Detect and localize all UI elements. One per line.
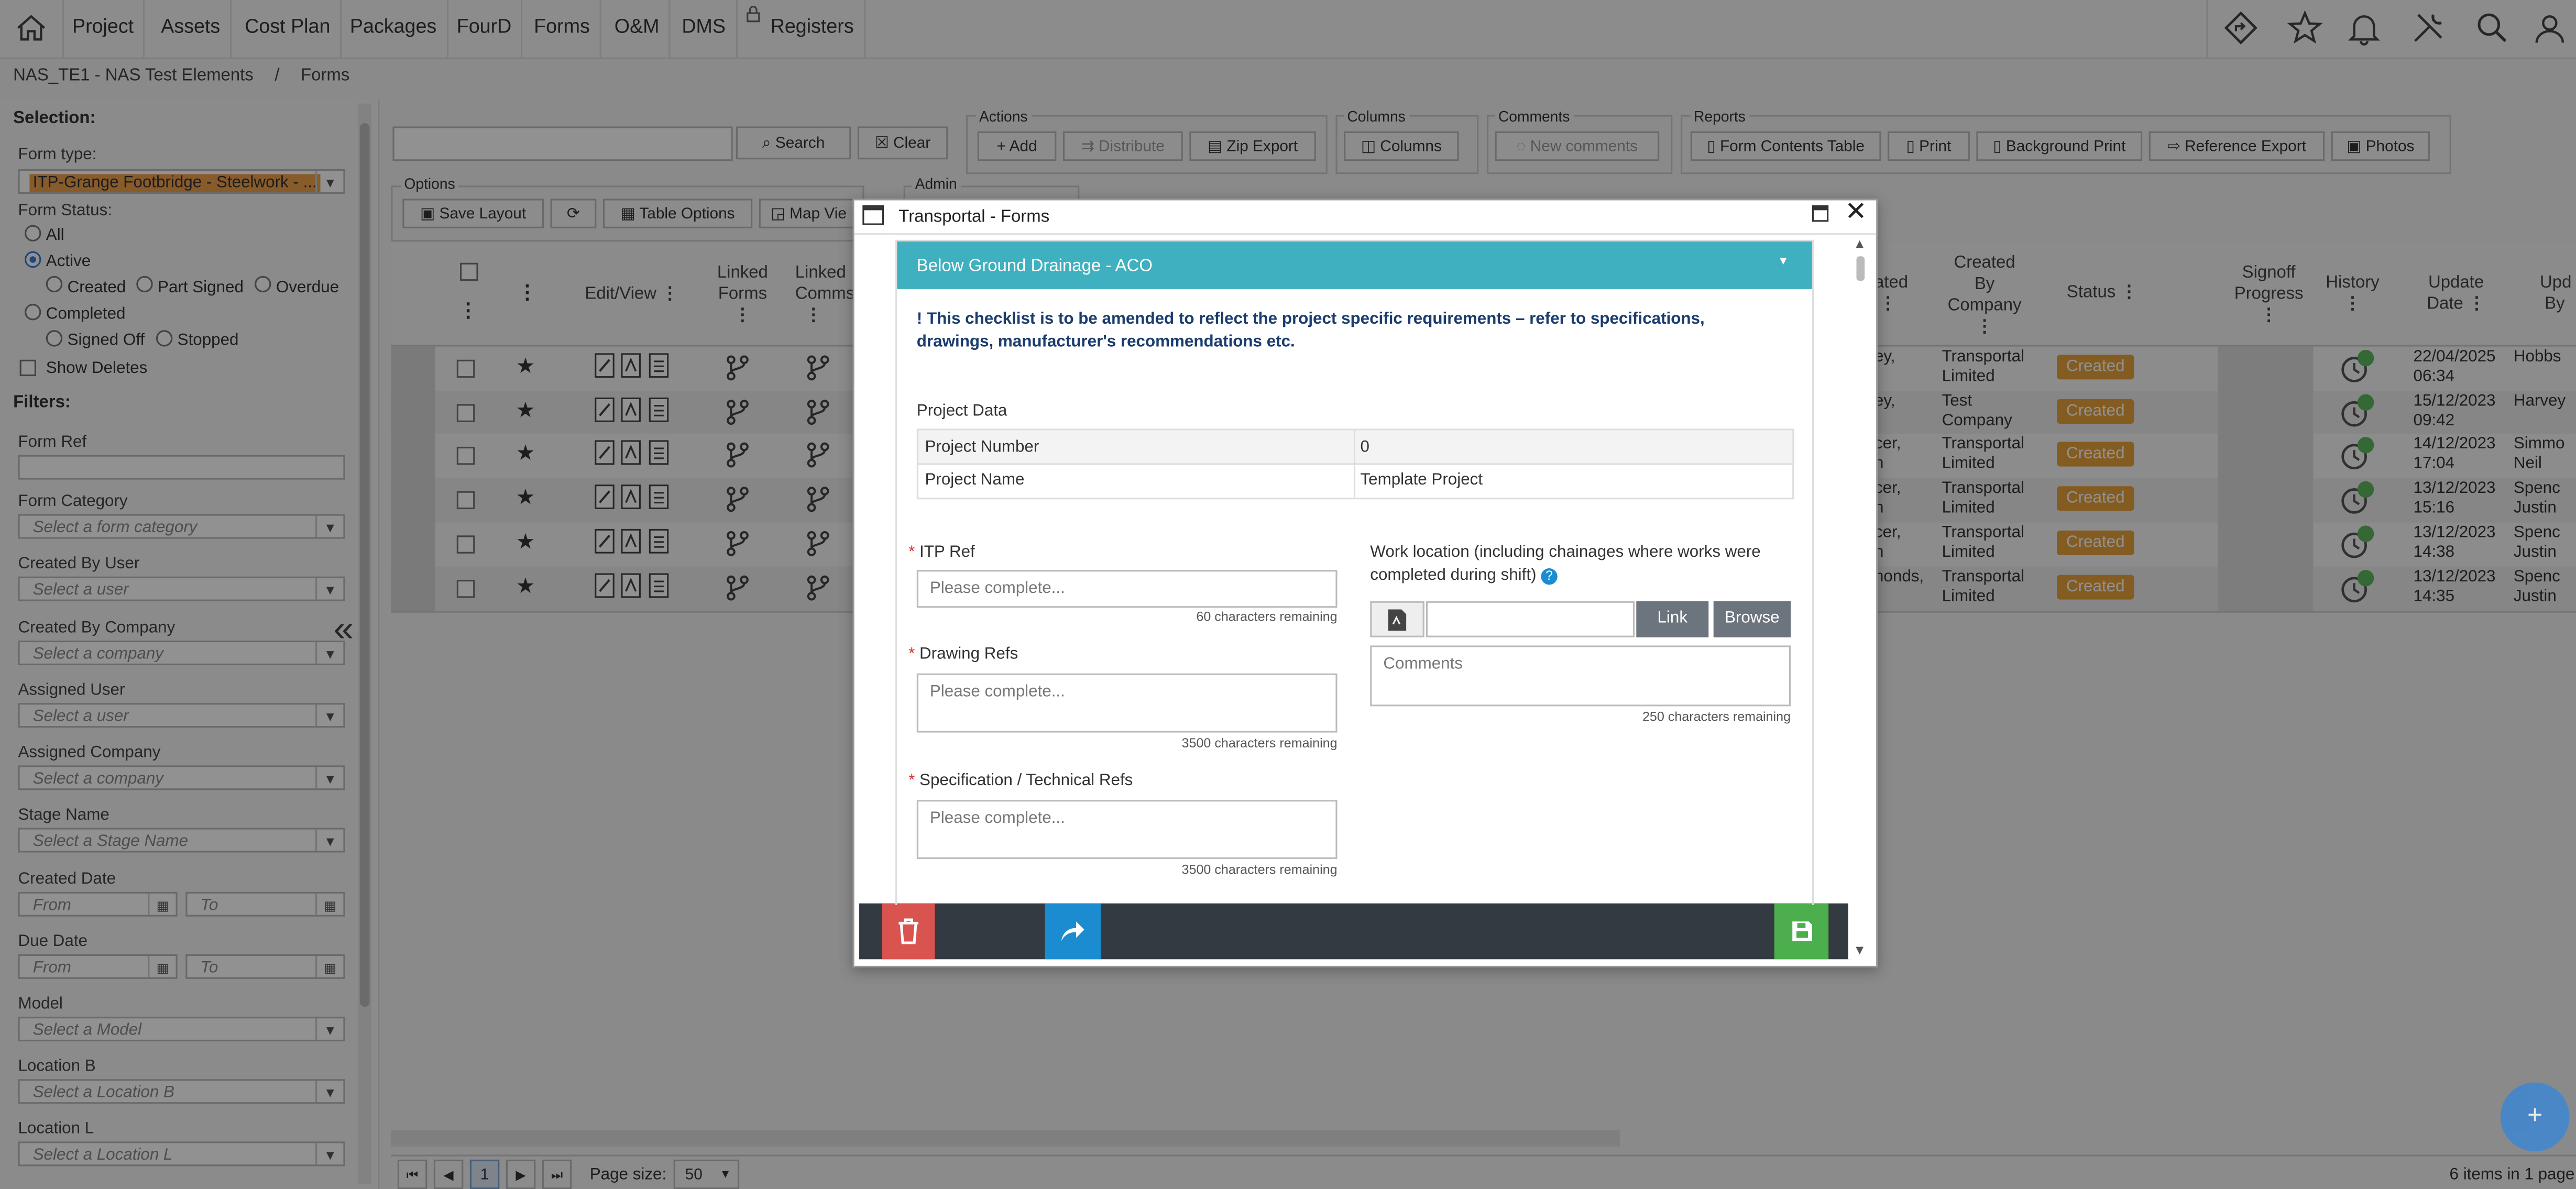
drawing-refs-remaining: 3500 characters remaining xyxy=(1181,735,1338,751)
section-header[interactable]: Below Ground Drainage - ACO ▼ xyxy=(897,241,1812,289)
floating-add-button[interactable]: + xyxy=(2500,1082,2570,1152)
spec-refs-textarea[interactable]: Please complete... xyxy=(916,800,1338,860)
scroll-down-icon[interactable]: ▼ xyxy=(1853,943,1866,957)
chevron-down-icon[interactable]: ▼ xyxy=(1778,256,1789,268)
link-button[interactable]: Link xyxy=(1636,601,1709,637)
project-data-title: Project Data xyxy=(916,402,1007,421)
trash-icon xyxy=(898,918,918,944)
comments-textarea[interactable]: Comments xyxy=(1370,645,1791,707)
comments-remaining: 250 characters remaining xyxy=(1642,709,1791,724)
plus-icon: + xyxy=(2527,1102,2543,1130)
spec-refs-label-text: Specification / Technical Refs xyxy=(919,772,1133,790)
spec-refs-label: * Specification / Technical Refs xyxy=(908,772,1133,790)
project-name-value: Template Project xyxy=(1360,471,1483,490)
itp-ref-remaining: 60 characters remaining xyxy=(1196,609,1338,624)
section-title: Below Ground Drainage - ACO xyxy=(916,256,1153,276)
pdf-file-button[interactable] xyxy=(1370,601,1424,637)
scroll-up-icon[interactable]: ▲ xyxy=(1853,237,1866,251)
save-button[interactable] xyxy=(1774,903,1829,960)
drawing-refs-label-text: Drawing Refs xyxy=(919,645,1018,664)
form-section: Below Ground Drainage - ACO ▼ ! This che… xyxy=(895,239,1814,905)
work-location-label-text: Work location (including chainages where… xyxy=(1370,543,1761,585)
forms-modal: Transportal - Forms ✕ ▲ ▼ Below Ground D… xyxy=(852,199,1878,968)
share-icon xyxy=(1061,921,1084,941)
delete-button[interactable] xyxy=(882,903,935,960)
window-icon xyxy=(862,205,884,225)
modal-title: Transportal - Forms xyxy=(898,207,1050,227)
itp-ref-label-text: ITP Ref xyxy=(919,543,975,562)
pdf-icon xyxy=(1388,609,1407,631)
work-location-label: Work location (including chainages where… xyxy=(1370,542,1781,588)
drawing-refs-label: * Drawing Refs xyxy=(908,645,1018,664)
project-number-label: Project Number xyxy=(925,438,1039,457)
modal-scrollbar[interactable]: ▲ ▼ xyxy=(1848,236,1871,960)
itp-ref-label: * ITP Ref xyxy=(908,543,975,562)
itp-ref-input[interactable]: Please complete... xyxy=(916,570,1338,608)
forward-button[interactable] xyxy=(1045,903,1101,960)
app-root: Project Assets Cost Plan Packages FourD … xyxy=(0,0,2576,1189)
modal-titlebar: Transportal - Forms ✕ xyxy=(854,199,1877,235)
close-icon[interactable]: ✕ xyxy=(1845,197,1867,230)
help-icon[interactable]: ? xyxy=(1541,568,1558,585)
drawing-refs-textarea[interactable]: Please complete... xyxy=(916,673,1338,733)
file-name-input[interactable] xyxy=(1426,601,1635,637)
scrollbar-thumb[interactable] xyxy=(1856,256,1865,281)
project-data-table: Project Number 0 Project Name Template P… xyxy=(916,428,1794,500)
project-name-label: Project Name xyxy=(925,471,1025,490)
save-icon xyxy=(1792,921,1812,941)
project-number-value: 0 xyxy=(1360,438,1369,457)
modal-footer xyxy=(859,903,1852,960)
maximize-icon[interactable] xyxy=(1812,205,1829,222)
checklist-notice: ! This checklist is to be amended to ref… xyxy=(916,310,1705,351)
spec-refs-remaining: 3500 characters remaining xyxy=(1181,862,1338,877)
browse-button[interactable]: Browse xyxy=(1713,601,1791,637)
